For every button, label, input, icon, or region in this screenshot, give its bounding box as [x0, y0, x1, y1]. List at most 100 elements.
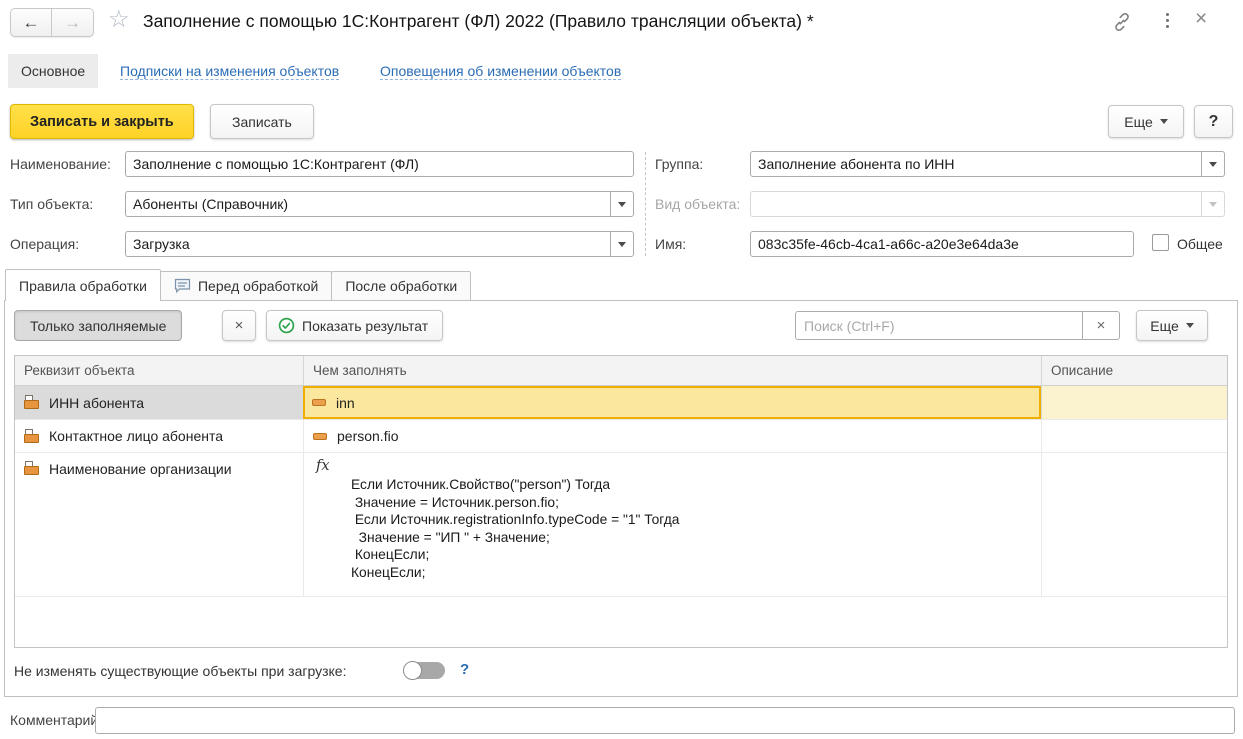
cell-description[interactable]	[1041, 452, 1227, 597]
cell-attribute[interactable]: ИНН абонента	[15, 386, 303, 419]
object-translation-rule-window: ← → ☆ Заполнение с помощью 1С:Контрагент…	[0, 0, 1243, 739]
tab-label: После обработки	[345, 278, 457, 294]
table-row: Контактное лицо абонента person.fio	[15, 419, 1227, 452]
cell-description[interactable]	[1041, 386, 1227, 419]
comment-input[interactable]	[95, 707, 1235, 734]
chevron-down-icon	[1209, 202, 1217, 207]
code-line: Значение = "ИП " + Значение;	[351, 529, 1041, 547]
table-row: ИНН абонента inn	[15, 386, 1227, 419]
table-header-row: Реквизит объекта Чем заполнять Описание	[15, 356, 1227, 386]
group-select[interactable]: Заполнение абонента по ИНН	[750, 151, 1225, 177]
fx-formula-icon: fx	[316, 458, 330, 474]
object-kind-label: Вид объекта:	[655, 196, 740, 212]
common-checkbox[interactable]	[1152, 234, 1169, 251]
save-and-close-button[interactable]: Записать и закрыть	[10, 104, 194, 139]
column-header-attribute[interactable]: Реквизит объекта	[15, 356, 303, 385]
clear-search-button[interactable]: ×	[1083, 311, 1120, 340]
object-type-value: Абоненты (Справочник)	[126, 192, 610, 216]
code-line: Если Источник.Свойство("person") Тогда	[351, 476, 1041, 494]
cell-value-current[interactable]: inn	[303, 386, 1041, 419]
clear-filter-button[interactable]: ×	[222, 310, 256, 341]
tab-before-processing[interactable]: Перед обработкой	[160, 271, 332, 300]
tab-label: Перед обработкой	[198, 278, 318, 294]
object-type-dropdown-button[interactable]	[610, 192, 633, 216]
page-title: Заполнение с помощью 1С:Контрагент (ФЛ) …	[143, 11, 814, 32]
cell-text: Наименование организации	[49, 461, 232, 477]
comment-bubble-icon	[174, 278, 191, 294]
code-line: Если Источник.registrationInfo.typeCode …	[351, 511, 1041, 529]
more-button-label: Еще	[1124, 114, 1153, 130]
object-type-label: Тип объекта:	[10, 196, 93, 212]
nav-item-subscriptions[interactable]: Подписки на изменения объектов	[120, 63, 339, 80]
cell-description[interactable]	[1041, 419, 1227, 452]
toggle-help-link[interactable]: ?	[460, 661, 469, 678]
favorite-star-icon[interactable]: ☆	[108, 8, 130, 32]
processing-tabstrip: Правила обработки Перед обработкой После…	[5, 269, 470, 301]
more-button-top[interactable]: Еще	[1108, 105, 1184, 138]
column-header-description[interactable]: Описание	[1041, 356, 1227, 385]
chevron-down-icon	[618, 202, 626, 207]
chevron-down-icon	[618, 242, 626, 247]
code-line: КонецЕсли;	[351, 564, 1041, 582]
no-change-toggle[interactable]	[404, 661, 445, 680]
object-kind-dropdown-button	[1201, 192, 1224, 216]
nav-item-notifications[interactable]: Оповещения об изменении объектов	[380, 63, 621, 80]
name-input[interactable]	[125, 151, 634, 177]
check-circle-icon	[278, 317, 295, 334]
cell-attribute[interactable]: Контактное лицо абонента	[15, 419, 303, 452]
show-result-label: Показать результат	[302, 318, 428, 334]
operation-label: Операция:	[10, 236, 79, 252]
chevron-down-icon	[1160, 119, 1168, 124]
dash-icon	[312, 399, 326, 406]
operation-dropdown-button[interactable]	[610, 232, 633, 256]
dash-icon	[313, 433, 327, 440]
help-button[interactable]: ?	[1194, 105, 1233, 138]
search-group: ×	[795, 311, 1120, 340]
nav-item-main[interactable]: Основное	[8, 54, 98, 88]
column-header-value[interactable]: Чем заполнять	[303, 356, 1041, 385]
chevron-down-icon	[1209, 162, 1217, 167]
group-value: Заполнение абонента по ИНН	[751, 152, 1201, 176]
back-button[interactable]: ←	[11, 9, 52, 36]
only-filled-toggle-button[interactable]: Только заполняемые	[14, 310, 182, 341]
forward-button[interactable]: →	[52, 9, 93, 36]
operation-value: Загрузка	[126, 232, 610, 256]
close-icon[interactable]: ×	[1195, 7, 1207, 31]
id-label: Имя:	[655, 236, 686, 252]
more-menu-dots-icon[interactable]	[1162, 12, 1173, 29]
cell-text: Контактное лицо абонента	[49, 428, 223, 444]
code-block: Если Источник.Свойство("person") Тогда З…	[351, 476, 1041, 581]
attribute-icon	[24, 395, 39, 410]
group-dropdown-button[interactable]	[1201, 152, 1224, 176]
more-button-panel[interactable]: Еще	[1136, 310, 1208, 341]
cell-value-code[interactable]: fx Если Источник.Свойство("person") Тогд…	[303, 452, 1041, 597]
attribute-icon	[24, 429, 39, 444]
name-label: Наименование:	[10, 156, 111, 172]
comment-label: Комментарий:	[10, 712, 102, 728]
cell-attribute[interactable]: Наименование организации	[15, 452, 303, 597]
object-type-select[interactable]: Абоненты (Справочник)	[125, 191, 634, 217]
show-result-button[interactable]: Показать результат	[266, 310, 443, 341]
save-button[interactable]: Записать	[210, 104, 314, 139]
cell-text: person.fio	[337, 428, 398, 444]
chevron-down-icon	[1186, 323, 1194, 328]
tab-after-processing[interactable]: После обработки	[331, 271, 471, 300]
cell-text: ИНН абонента	[49, 395, 144, 411]
id-input[interactable]	[750, 231, 1134, 257]
more-button-label: Еще	[1150, 318, 1179, 334]
code-line: Значение = Источник.person.fio;	[351, 494, 1041, 512]
form-column-separator	[645, 152, 646, 256]
table-row: Наименование организации fx Если Источни…	[15, 452, 1227, 597]
object-kind-select	[750, 191, 1225, 217]
get-link-icon[interactable]	[1112, 12, 1132, 37]
cell-text: inn	[336, 395, 355, 411]
common-checkbox-label[interactable]: Общее	[1177, 236, 1223, 252]
cell-value[interactable]: person.fio	[303, 419, 1041, 452]
search-input[interactable]	[795, 311, 1083, 340]
attribute-icon	[24, 461, 39, 476]
mapping-table: Реквизит объекта Чем заполнять Описание …	[14, 355, 1228, 648]
operation-select[interactable]: Загрузка	[125, 231, 634, 257]
no-change-toggle-label: Не изменять существующие объекты при заг…	[14, 663, 346, 679]
tab-processing-rules[interactable]: Правила обработки	[5, 269, 161, 301]
object-kind-value	[751, 192, 1201, 216]
